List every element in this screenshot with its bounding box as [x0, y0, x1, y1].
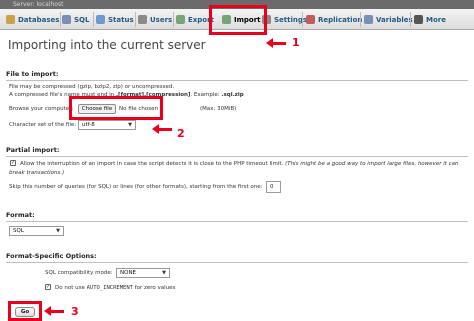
charset-select[interactable]: utf-8 ▼	[78, 120, 136, 130]
export-icon	[176, 15, 185, 24]
section-title: Format-Specific Options:	[6, 252, 97, 260]
divider	[6, 156, 468, 157]
annotation-arrow-1	[266, 38, 286, 48]
users-icon	[138, 15, 147, 24]
tab-settings[interactable]: Settings	[262, 9, 307, 30]
go-button[interactable]: Go	[15, 307, 35, 317]
tab-sql[interactable]: SQL	[62, 9, 89, 30]
sql-icon	[62, 15, 71, 24]
compat-mode-label: SQL compatibility mode:	[45, 270, 113, 276]
browse-label: Browse your computer:	[9, 106, 74, 112]
file-chooser-highlight	[69, 96, 163, 120]
annotation-number-1: 1	[292, 36, 300, 49]
partial-import-section: Partial import:	[6, 146, 468, 157]
no-auto-increment-label: Do not use AUTO_INCREMENT for zero value…	[55, 285, 176, 291]
import-tab-highlight	[209, 5, 267, 35]
format-options-section: Format-Specific Options:	[6, 252, 468, 263]
annotation-number-2: 2	[177, 127, 185, 140]
chevron-down-icon	[414, 15, 423, 24]
tab-more[interactable]: More	[414, 9, 446, 30]
section-title: Format:	[6, 211, 35, 219]
format-section: Format:	[6, 211, 468, 222]
tab-users[interactable]: Users	[138, 9, 172, 30]
database-icon	[6, 15, 15, 24]
page-title: Importing into the current server	[8, 38, 206, 52]
max-size-note: (Max: 30MiB)	[200, 106, 237, 112]
tab-status[interactable]: Status	[96, 9, 134, 30]
charset-label: Character set of the file:	[9, 122, 77, 128]
tab-replication[interactable]: Replication	[306, 9, 362, 30]
file-to-import-section: File to import:	[6, 70, 468, 81]
replication-icon	[306, 15, 315, 24]
status-icon	[96, 15, 105, 24]
annotation-arrow-2	[152, 124, 172, 134]
breadcrumb[interactable]: Server: localhost	[13, 0, 63, 9]
section-title: File to import:	[6, 70, 59, 78]
chevron-down-icon: ▼	[128, 122, 132, 128]
section-title: Partial import:	[6, 146, 60, 154]
allow-interrupt-label: Allow the interruption of an import in c…	[20, 161, 459, 167]
tab-variables[interactable]: Variables	[364, 9, 413, 30]
skip-queries-label: Skip this number of queries (for SQL) or…	[9, 184, 263, 190]
format-select[interactable]: SQL ▼	[9, 226, 64, 236]
divider	[6, 80, 468, 81]
allow-interrupt-label-cont: break transactions.)	[9, 170, 65, 176]
compression-note: File may be compressed (gzip, bzip2, zip…	[9, 84, 175, 90]
allow-interrupt-checkbox[interactable]: ✓	[10, 160, 16, 166]
compat-mode-select[interactable]: NONE ▼	[116, 268, 170, 278]
annotation-arrow-3	[44, 306, 64, 316]
variables-icon	[364, 15, 373, 24]
chevron-down-icon: ▼	[56, 228, 60, 234]
no-auto-increment-checkbox[interactable]: ✓	[45, 284, 51, 290]
annotation-number-3: 3	[71, 305, 79, 318]
divider	[6, 262, 468, 263]
tab-databases[interactable]: Databases	[6, 9, 59, 30]
chevron-down-icon: ▼	[162, 270, 166, 276]
skip-queries-input[interactable]: 0	[266, 181, 281, 193]
divider	[6, 221, 468, 222]
